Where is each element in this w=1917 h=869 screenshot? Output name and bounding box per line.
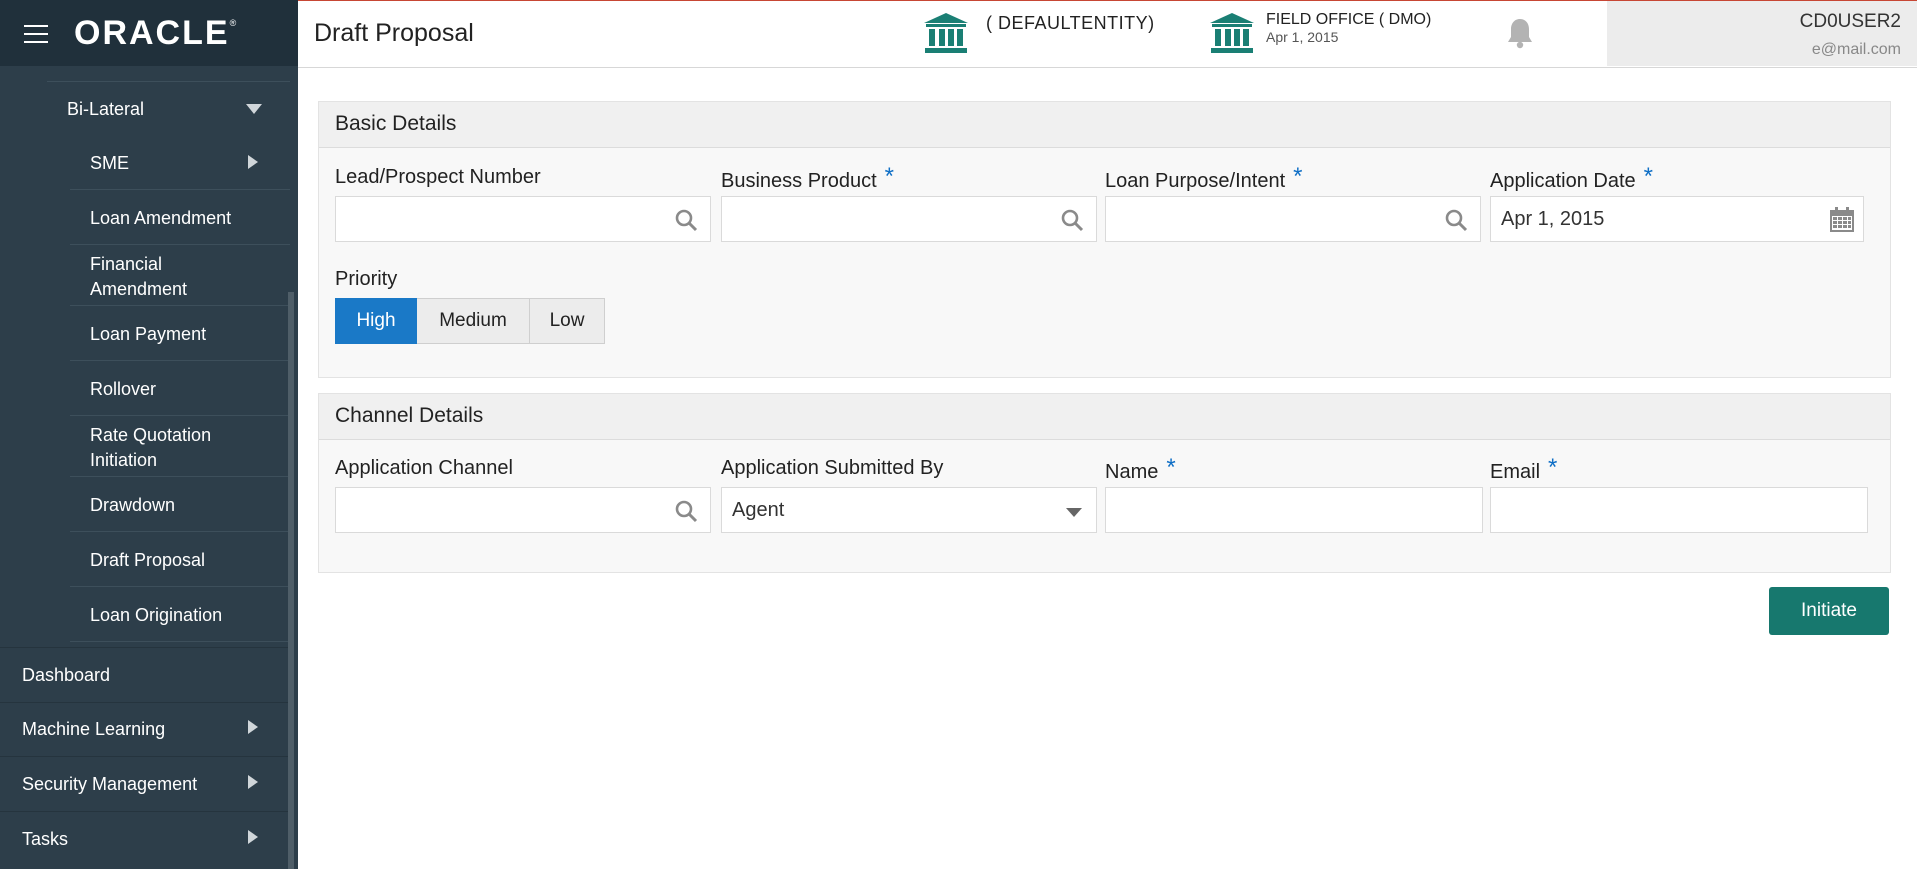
caret-right-icon (248, 155, 258, 169)
sidebar-item-label: Machine Learning (22, 719, 166, 739)
field-label: Business Product * (721, 163, 894, 192)
loan-purpose-input[interactable] (1105, 196, 1481, 242)
sidebar-item-loan-amendment[interactable]: Loan Amendment (70, 190, 290, 245)
sidebar-item-label: Financial Amendment (90, 254, 188, 299)
caret-right-icon (248, 830, 258, 844)
user-menu[interactable]: CD0USER2 e@mail.com (1607, 1, 1917, 66)
sidebar-item-dashboard[interactable]: Dashboard (0, 647, 290, 703)
field-label: Name * (1105, 454, 1176, 483)
caret-right-icon (248, 775, 258, 789)
bank-icon[interactable] (924, 13, 968, 53)
sidebar-item-label: Loan Payment (90, 324, 207, 344)
field-label: Application Channel (335, 457, 513, 479)
field-label: Loan Purpose/Intent * (1105, 163, 1303, 192)
required-marker: * (1293, 163, 1303, 190)
required-marker: * (1643, 163, 1653, 190)
sidebar-item-label: Loan Amendment (90, 208, 232, 228)
sidebar-header: ORACLE® (0, 0, 298, 66)
priority-low-button[interactable]: Low (530, 298, 605, 344)
field-value: Apr 1, 2015 (1501, 208, 1605, 230)
oracle-logo: ORACLE® (74, 14, 237, 52)
top-header: Draft Proposal ( DEFAULTENTITY) FIELD OF… (298, 1, 1917, 68)
sidebar-item-draft-proposal[interactable]: Draft Proposal (70, 532, 290, 587)
sidebar-item-label: Drawdown (90, 495, 176, 515)
sidebar-item-label: Dashboard (22, 665, 111, 685)
application-channel-input[interactable] (335, 487, 711, 533)
name-input[interactable] (1105, 487, 1483, 533)
required-marker: * (1548, 454, 1558, 481)
priority-label: Priority (335, 268, 398, 290)
panel-header: Channel Details (319, 394, 1890, 440)
sidebar-item-loan-origination[interactable]: Loan Origination (70, 587, 290, 642)
sidebar-item-label: Draft Proposal (90, 550, 206, 570)
panel-header: Basic Details (319, 102, 1890, 148)
sidebar-item-label: Bi-Lateral (67, 99, 145, 119)
search-icon[interactable] (1060, 208, 1084, 232)
search-icon[interactable] (674, 499, 698, 523)
sidebar-item-sme[interactable]: SME (70, 136, 290, 190)
chevron-down-icon[interactable] (1066, 508, 1082, 517)
hamburger-menu-icon[interactable] (24, 25, 48, 43)
priority-medium-button[interactable]: Medium (417, 298, 530, 344)
sidebar-item-label: Tasks (22, 829, 69, 849)
select-value: Agent (732, 499, 785, 521)
caret-down-icon (246, 104, 262, 114)
business-product-input[interactable] (721, 196, 1097, 242)
initiate-button[interactable]: Initiate (1769, 587, 1889, 635)
sidebar-item-security-management[interactable]: Security Management (0, 757, 290, 812)
sidebar-item-rollover[interactable]: Rollover (70, 361, 290, 416)
sidebar-item-machine-learning[interactable]: Machine Learning (0, 702, 290, 757)
page-title: Draft Proposal (314, 19, 474, 47)
basic-details-panel: Basic Details Lead/Prospect Number Busin… (318, 101, 1891, 378)
sidebar-item-label: Rate Quotation Initiation (90, 425, 212, 470)
sidebar-item-tasks[interactable]: Tasks (0, 812, 290, 866)
panel-title: Basic Details (335, 112, 457, 135)
sidebar-item-label: Security Management (22, 774, 198, 794)
bank-icon[interactable] (1210, 13, 1254, 53)
application-date-input[interactable]: Apr 1, 2015 (1490, 196, 1864, 242)
search-icon[interactable] (674, 208, 698, 232)
priority-high-button[interactable]: High (335, 298, 417, 344)
sidebar: ORACLE® Bi-Lateral SME Loan Amendment Fi… (0, 0, 298, 869)
email-input[interactable] (1490, 487, 1868, 533)
sidebar-item-rate-quotation-initiation[interactable]: Rate Quotation Initiation (70, 416, 290, 477)
sidebar-scrollbar[interactable] (288, 292, 294, 869)
panel-title: Channel Details (335, 404, 484, 427)
office-date: Apr 1, 2015 (1266, 29, 1339, 45)
user-name: CD0USER2 (1799, 11, 1901, 32)
user-email: e@mail.com (1811, 41, 1901, 58)
sidebar-item-label: Rollover (90, 379, 157, 399)
application-submitted-by-select[interactable]: Agent (721, 487, 1097, 533)
office-name[interactable]: FIELD OFFICE ( DMO) (1266, 11, 1431, 29)
sidebar-item-bi-lateral[interactable]: Bi-Lateral (0, 82, 290, 136)
sidebar-item-loan-payment[interactable]: Loan Payment (70, 306, 290, 361)
calendar-icon[interactable] (1829, 207, 1855, 233)
sidebar-item-label: SME (90, 153, 130, 173)
field-label: Email * (1490, 454, 1558, 483)
sidebar-item-drawdown[interactable]: Drawdown (70, 477, 290, 532)
caret-right-icon (248, 720, 258, 734)
field-label: Lead/Prospect Number (335, 166, 541, 188)
field-label: Application Date * (1490, 163, 1653, 192)
sidebar-item-label: Loan Origination (90, 605, 223, 625)
field-label: Application Submitted By (721, 457, 944, 479)
bell-icon[interactable] (1506, 17, 1534, 49)
entity-label[interactable]: ( DEFAULTENTITY) (986, 13, 1155, 34)
sidebar-item-financial-amendment[interactable]: Financial Amendment (70, 245, 290, 306)
channel-details-panel: Channel Details Application Channel Appl… (318, 393, 1891, 573)
required-marker: * (884, 163, 894, 190)
search-icon[interactable] (1444, 208, 1468, 232)
lead-prospect-number-input[interactable] (335, 196, 711, 242)
required-marker: * (1166, 454, 1176, 481)
